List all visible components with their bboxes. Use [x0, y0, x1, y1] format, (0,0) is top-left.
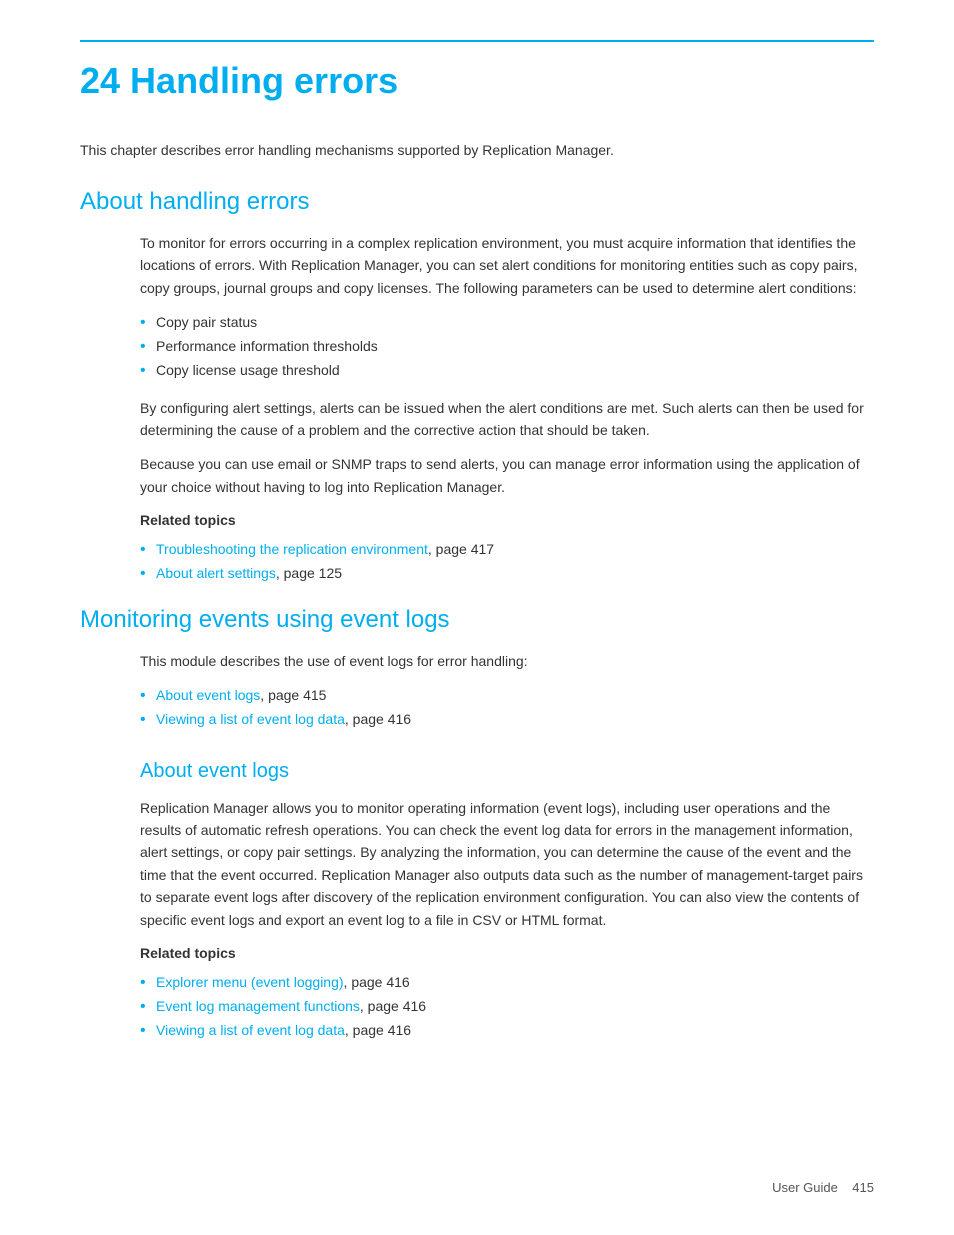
link-about-event-logs[interactable]: About event logs [156, 687, 260, 703]
related-topics-list-2: Explorer menu (event logging), page 416 … [140, 971, 874, 1042]
related-topics-label-1: Related topics [140, 512, 874, 528]
bullet-performance-thresholds: Performance information thresholds [140, 335, 874, 359]
section-about-handling-errors: About handling errors To monitor for err… [80, 188, 874, 586]
about-handling-errors-bullets: Copy pair status Performance information… [140, 311, 874, 382]
about-handling-errors-para2: By configuring alert settings, alerts ca… [140, 397, 874, 442]
related-topics-list-1: Troubleshooting the replication environm… [140, 538, 874, 586]
section-title-about-handling-errors: About handling errors [80, 188, 874, 216]
link-about-alert-settings[interactable]: About alert settings [156, 565, 276, 581]
link-explorer-menu-event-logging[interactable]: Explorer menu (event logging) [156, 974, 344, 990]
bullet-copy-pair-status: Copy pair status [140, 311, 874, 335]
intro-paragraph: This chapter describes error handling me… [80, 142, 874, 158]
link-troubleshooting-replication[interactable]: Troubleshooting the replication environm… [156, 541, 428, 557]
related-link-explorer-menu: Explorer menu (event logging), page 416 [140, 971, 874, 995]
footer-label: User Guide 415 [772, 1180, 874, 1195]
section-monitoring-events: Monitoring events using event logs This … [80, 606, 874, 1043]
section-content-about-handling-errors: To monitor for errors occurring in a com… [140, 232, 874, 586]
about-handling-errors-para3: Because you can use email or SNMP traps … [140, 453, 874, 498]
related-link-viewing-list-event-log: Viewing a list of event log data, page 4… [140, 1019, 874, 1043]
monitoring-events-para1: This module describes the use of event l… [140, 650, 874, 672]
page: 24 Handling errors This chapter describe… [0, 0, 954, 1235]
related-link-about-event-logs: About event logs, page 415 [140, 684, 874, 708]
about-event-logs-para1: Replication Manager allows you to monito… [140, 797, 874, 931]
related-link-troubleshooting: Troubleshooting the replication environm… [140, 538, 874, 562]
monitoring-events-bullets: About event logs, page 415 Viewing a lis… [140, 684, 874, 732]
related-topics-label-2: Related topics [140, 945, 874, 961]
bullet-copy-license-usage: Copy license usage threshold [140, 359, 874, 383]
related-link-viewing-event-log-data: Viewing a list of event log data, page 4… [140, 708, 874, 732]
subsection-title-about-event-logs: About event logs [140, 760, 874, 783]
related-link-alert-settings: About alert settings, page 125 [140, 562, 874, 586]
link-event-log-management-functions[interactable]: Event log management functions [156, 998, 360, 1014]
page-footer: User Guide 415 [772, 1180, 874, 1195]
subsection-about-event-logs: About event logs Replication Manager all… [140, 760, 874, 1043]
link-viewing-list-event-log-data[interactable]: Viewing a list of event log data [156, 1022, 345, 1038]
section-content-monitoring-events: This module describes the use of event l… [140, 650, 874, 1043]
link-viewing-event-log-data[interactable]: Viewing a list of event log data [156, 711, 345, 727]
top-rule [80, 40, 874, 42]
about-handling-errors-para1: To monitor for errors occurring in a com… [140, 232, 874, 299]
chapter-title: 24 Handling errors [80, 60, 874, 102]
related-link-event-log-management: Event log management functions, page 416 [140, 995, 874, 1019]
section-title-monitoring-events: Monitoring events using event logs [80, 606, 874, 634]
